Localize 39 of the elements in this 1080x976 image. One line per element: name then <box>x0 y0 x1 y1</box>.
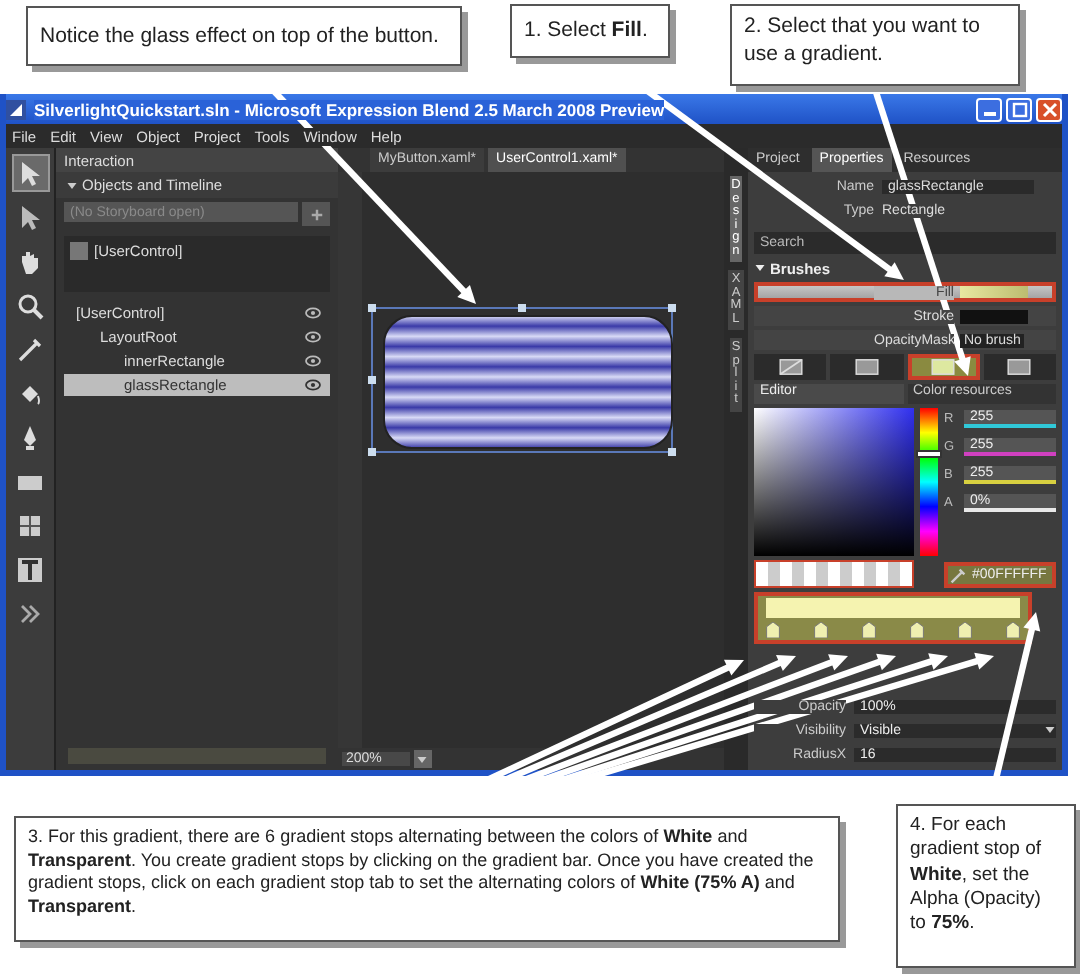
close-icon <box>1041 101 1057 117</box>
plus-icon <box>309 207 323 221</box>
hue-thumb[interactable] <box>916 449 942 458</box>
gradient-stop[interactable] <box>862 622 876 638</box>
control-icon <box>70 242 88 260</box>
window-title: SilverlightQuickstart.sln - Microsoft Expression Blend 2.5 March 2008 Preview <box>34 99 665 119</box>
storyboard-button[interactable] <box>302 202 330 226</box>
gradient-stop[interactable] <box>814 622 828 638</box>
maximize-button[interactable] <box>1006 97 1032 121</box>
caret-icon <box>1044 724 1056 736</box>
callout: 4. For each gradient stop of White, set the Alpha (Opacity) to 75%. <box>896 804 1076 968</box>
gradient-bar[interactable] <box>754 592 1032 644</box>
hue-slider[interactable] <box>920 408 938 556</box>
gradient-stop[interactable] <box>910 622 924 638</box>
color-field[interactable] <box>754 408 914 556</box>
solid-brush-icon[interactable] <box>830 354 903 380</box>
eye-icon[interactable] <box>304 354 322 368</box>
callout: 1. Select Fill. <box>510 4 670 58</box>
eye-icon[interactable] <box>304 378 322 392</box>
collapse-icon[interactable] <box>66 179 78 191</box>
minimize-button[interactable] <box>976 97 1002 121</box>
callout: 3. For this gradient, there are 6 gradient stops alternating between the colors of White and Transparent. You create gradient stops by clicking on the gradient bar. Once you have created the gradient stops, click on each gradient stop tab to set the alternating colors of White (75% A) and Transparent. <box>14 816 840 942</box>
eye-icon[interactable] <box>304 330 322 344</box>
maximize-icon <box>1011 101 1027 117</box>
no-brush-icon[interactable] <box>754 354 827 380</box>
eye-icon[interactable] <box>304 306 322 320</box>
collapse-icon[interactable] <box>754 262 766 274</box>
gradient-brush-icon[interactable] <box>907 354 980 380</box>
app-icon <box>6 99 26 119</box>
gradient-stop[interactable] <box>766 622 780 638</box>
dropdown-icon[interactable] <box>413 750 432 768</box>
callout: Notice the glass effect on top of the button. <box>26 6 462 66</box>
callout: 2. Select that you want to use a gradient. <box>730 4 1020 86</box>
minimize-icon <box>983 111 995 115</box>
alpha-strip[interactable] <box>754 560 914 588</box>
gradient-stop[interactable] <box>1006 622 1020 638</box>
tile-brush-icon[interactable] <box>983 354 1056 380</box>
gradient-stop[interactable] <box>958 622 972 638</box>
close-button[interactable] <box>1036 97 1062 121</box>
